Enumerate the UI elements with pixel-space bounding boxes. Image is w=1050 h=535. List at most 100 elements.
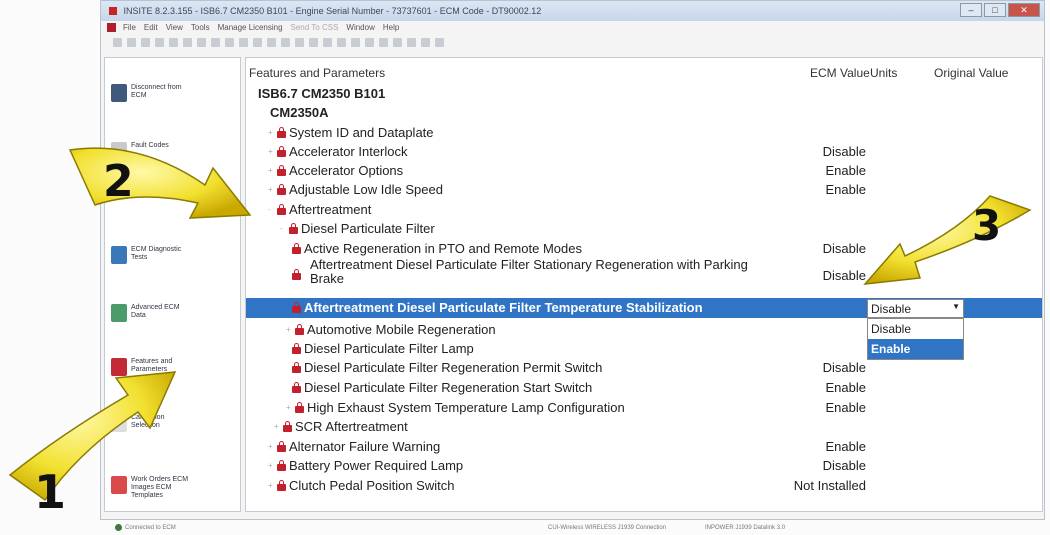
toolbar-button-icon[interactable] xyxy=(281,38,290,47)
ecm-value-dropdown[interactable]: Disable ▼ xyxy=(867,299,964,318)
tree-row[interactable]: - Diesel Particulate Filter xyxy=(246,219,1042,238)
collapse-icon[interactable]: - xyxy=(280,224,286,233)
app-icon xyxy=(107,23,116,32)
lock-icon xyxy=(295,323,304,335)
toolbar-button-icon[interactable] xyxy=(183,38,192,47)
sidebar-item-fault-codes[interactable]: Fault Codes xyxy=(111,142,191,160)
sidebar-item-ecm-diagnostic-tests[interactable]: ECM Diagnostic Tests xyxy=(111,246,191,264)
maximize-button[interactable]: □ xyxy=(984,3,1006,17)
toolbar-button-icon[interactable] xyxy=(141,38,150,47)
sidebar: Disconnect from ECM Fault Codes ECM Diag… xyxy=(104,57,241,512)
ecm-value: Disable xyxy=(822,268,866,283)
tree-row[interactable]: + Battery Power Required Lamp Disable xyxy=(246,456,1042,475)
status-bar: Connected to ECM CUI-Wireless WIRELESS J… xyxy=(0,522,1050,535)
expand-icon[interactable]: + xyxy=(268,442,274,451)
lock-icon xyxy=(277,479,286,491)
row-label: Battery Power Required Lamp xyxy=(289,458,464,473)
expand-icon[interactable]: + xyxy=(268,147,274,156)
window-controls: – □ ✕ xyxy=(960,3,1040,17)
dropdown-option-disable[interactable]: Disable xyxy=(868,319,963,339)
expand-icon[interactable]: + xyxy=(268,166,274,175)
menu-tools[interactable]: Tools xyxy=(191,23,210,35)
toolbar-button-icon[interactable] xyxy=(127,38,136,47)
expand-icon[interactable]: + xyxy=(268,185,274,194)
toolbar-button-icon[interactable] xyxy=(267,38,276,47)
toolbar-button-icon[interactable] xyxy=(435,38,444,47)
dropdown-option-enable[interactable]: Enable xyxy=(868,339,963,359)
tree-row[interactable]: + High Exhaust System Temperature Lamp Co… xyxy=(246,398,1042,417)
toolbar-button-icon[interactable] xyxy=(393,38,402,47)
expand-icon[interactable]: + xyxy=(286,403,292,412)
tree-row-module[interactable]: ISB6.7 CM2350 B101 xyxy=(246,84,1042,103)
menu-view[interactable]: View xyxy=(166,23,183,35)
row-label: CM2350A xyxy=(270,105,329,120)
lock-icon xyxy=(292,301,301,313)
tree-row[interactable]: Diesel Particulate Filter Regeneration S… xyxy=(246,378,1042,397)
expand-icon[interactable]: + xyxy=(286,325,292,334)
row-label: Alternator Failure Warning xyxy=(289,439,441,454)
toolbar-button-icon[interactable] xyxy=(225,38,234,47)
toolbar-button-icon[interactable] xyxy=(295,38,304,47)
tree-row[interactable]: - Aftertreatment xyxy=(246,200,1042,219)
advanced-ecm-icon xyxy=(111,304,127,322)
column-header-features: Features and Parameters xyxy=(249,66,386,80)
toolbar-button-icon[interactable] xyxy=(253,38,262,47)
menu-window[interactable]: Window xyxy=(346,23,374,35)
close-button[interactable]: ✕ xyxy=(1008,3,1040,17)
lock-icon xyxy=(292,361,301,373)
menu-manage-licensing[interactable]: Manage Licensing xyxy=(218,23,283,35)
toolbar-button-icon[interactable] xyxy=(421,38,430,47)
tree-row[interactable]: Diesel Particulate Filter Regeneration P… xyxy=(246,358,1042,377)
toolbar-button-icon[interactable] xyxy=(365,38,374,47)
toolbar-button-icon[interactable] xyxy=(379,38,388,47)
toolbar-button-icon[interactable] xyxy=(169,38,178,47)
tree-row[interactable]: + Accelerator Options Enable xyxy=(246,161,1042,180)
ecm-value: Enable xyxy=(825,439,866,454)
toolbar-button-icon[interactable] xyxy=(351,38,360,47)
toolbar-button-icon[interactable] xyxy=(309,38,318,47)
minimize-button[interactable]: – xyxy=(960,3,982,17)
menu-edit[interactable]: Edit xyxy=(144,23,158,35)
menu-help[interactable]: Help xyxy=(383,23,399,35)
tree-row-ecm[interactable]: CM2350A xyxy=(246,103,1042,122)
toolbar-button-icon[interactable] xyxy=(407,38,416,47)
sidebar-item-features-and-parameters[interactable]: Features and Parameters xyxy=(111,358,191,376)
expand-icon[interactable]: + xyxy=(268,461,274,470)
toolbar-button-icon[interactable] xyxy=(197,38,206,47)
sidebar-item-work-orders[interactable]: Work Orders ECM Images ECM Templates xyxy=(111,476,191,500)
tree-row[interactable]: + System ID and Dataplate xyxy=(246,123,1042,142)
tree-row[interactable]: + Accelerator Interlock Disable xyxy=(246,142,1042,161)
toolbar-button-icon[interactable] xyxy=(337,38,346,47)
menu-file[interactable]: File xyxy=(123,23,136,35)
tree-row[interactable]: Aftertreatment Diesel Particulate Filter… xyxy=(246,258,1042,294)
tree-row[interactable]: + Alternator Failure Warning Enable xyxy=(246,437,1042,456)
toolbar-button-icon[interactable] xyxy=(323,38,332,47)
row-label: Diesel Particulate Filter Regeneration S… xyxy=(304,380,593,395)
tree-row[interactable]: + Clutch Pedal Position Switch Not Install… xyxy=(246,476,1042,495)
row-label: Diesel Particulate Filter Lamp xyxy=(304,341,474,356)
row-label: Diesel Particulate Filter xyxy=(301,221,435,236)
title-bar: INSITE 8.2.3.155 - ISB6.7 CM2350 B101 - … xyxy=(101,1,1044,21)
ecm-value: Disable xyxy=(822,360,866,375)
row-label: Adjustable Low Idle Speed xyxy=(289,182,443,197)
collapse-icon[interactable]: - xyxy=(268,205,274,214)
expand-icon[interactable]: + xyxy=(274,422,280,431)
tree-row[interactable]: + Adjustable Low Idle Speed Enable xyxy=(246,180,1042,199)
sidebar-item-advanced-ecm-data[interactable]: Advanced ECM Data xyxy=(111,304,191,322)
tree-row[interactable]: Active Regeneration in PTO and Remote Mo… xyxy=(246,239,1042,258)
toolbar-button-icon[interactable] xyxy=(113,38,122,47)
connection-status: Connected to ECM xyxy=(125,525,176,531)
toolbar-button-icon[interactable] xyxy=(155,38,164,47)
ecm-value: Enable xyxy=(825,182,866,197)
tree-row[interactable]: + SCR Aftertreatment xyxy=(246,417,1042,436)
row-label: Automotive Mobile Regeneration xyxy=(307,322,496,337)
expand-icon[interactable]: + xyxy=(268,128,274,137)
sidebar-item-calibration-selection[interactable]: Calibration Selection xyxy=(111,414,191,432)
toolbar-button-icon[interactable] xyxy=(211,38,220,47)
toolbar-button-icon[interactable] xyxy=(239,38,248,47)
chevron-down-icon[interactable]: ▼ xyxy=(952,302,960,311)
sidebar-item-disconnect[interactable]: Disconnect from ECM xyxy=(111,84,191,102)
lock-icon xyxy=(277,164,286,176)
row-label: Accelerator Options xyxy=(289,163,404,178)
expand-icon[interactable]: + xyxy=(268,481,274,490)
